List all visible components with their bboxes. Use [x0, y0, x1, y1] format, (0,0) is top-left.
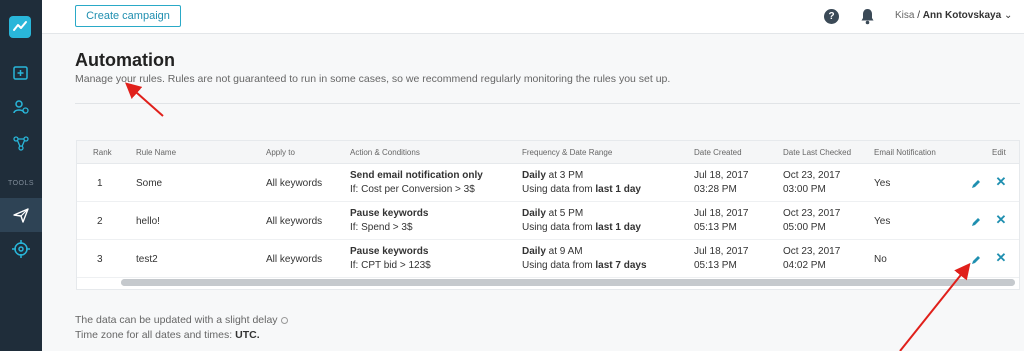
range-cell: Using data from last 1 day [522, 183, 641, 196]
checked-time-cell: 03:00 PM [783, 184, 826, 195]
apply-to-cell: All keywords [266, 254, 323, 265]
chevron-down-icon: ⌄ [1003, 10, 1013, 21]
horizontal-scrollbar[interactable] [121, 279, 1015, 286]
created-date-cell: Jul 18, 2017 [694, 170, 749, 181]
action-cell: Pause keywords [350, 246, 429, 257]
info-icon[interactable] [280, 316, 288, 324]
created-time-cell: 03:28 PM [694, 184, 737, 195]
checked-date-cell: Oct 23, 2017 [783, 246, 841, 257]
condition-cell: If: Cost per Conversion > 3$ [350, 184, 475, 195]
range-value: last 7 days [595, 260, 647, 271]
created-time-cell: 05:13 PM [694, 260, 737, 271]
close-icon[interactable]: ✕ [995, 175, 1007, 189]
rank-cell: 2 [97, 216, 103, 227]
send-icon[interactable] [10, 204, 32, 226]
help-icon[interactable]: ? [824, 9, 839, 24]
user-name: Ann Kotovskaya [922, 10, 1002, 21]
rule-name-cell: hello! [136, 216, 160, 227]
apply-to-cell: All keywords [266, 216, 323, 227]
action-cell: Send email notification only [350, 170, 483, 181]
apply-to-cell: All keywords [266, 178, 323, 189]
frequency-cell: Daily at 3 PM [522, 169, 583, 182]
close-icon[interactable]: ✕ [995, 213, 1007, 227]
network-icon[interactable] [10, 132, 32, 154]
page-title: Automation [75, 50, 175, 70]
header-date-created[interactable]: Date Created [694, 148, 742, 157]
frequency-cell: Daily at 5 PM [522, 207, 583, 220]
top-bar: Create campaign ? Kisa / Ann Kotovskaya … [42, 0, 1024, 34]
frequency-day: Daily [522, 208, 546, 219]
user-account: Kisa [895, 10, 915, 21]
scrollbar-thumb[interactable] [121, 279, 1015, 286]
table-row[interactable]: 2 hello! All keywords Pause keywords If:… [77, 202, 1019, 240]
logo-icon[interactable] [9, 16, 31, 38]
user-separator: / [917, 10, 921, 21]
create-campaign-button[interactable]: Create campaign [75, 5, 181, 27]
timezone-value: UTC. [235, 329, 260, 341]
pencil-icon[interactable] [970, 177, 982, 189]
table-row[interactable]: 3 test2 All keywords Pause keywords If: … [77, 240, 1019, 278]
condition-cell: If: CPT bid > 123$ [350, 260, 431, 271]
created-date-cell: Jul 18, 2017 [694, 208, 749, 219]
header-apply-to[interactable]: Apply to [266, 148, 295, 157]
rank-cell: 1 [97, 178, 103, 189]
frequency-time: at 9 AM [545, 246, 583, 257]
target-icon[interactable] [10, 238, 32, 260]
users-settings-icon[interactable] [10, 96, 32, 118]
pencil-icon[interactable] [970, 215, 982, 227]
pencil-icon[interactable] [970, 253, 982, 265]
notification-cell: Yes [874, 216, 891, 227]
condition-cell: If: Spend > 3$ [350, 222, 413, 233]
created-date-cell: Jul 18, 2017 [694, 246, 749, 257]
header-rule-name[interactable]: Rule Name [136, 148, 176, 157]
notification-cell: Yes [874, 178, 891, 189]
delay-note: The data can be updated with a slight de… [75, 314, 288, 326]
range-prefix: Using data from [522, 184, 596, 195]
divider [75, 103, 1020, 104]
campaign-add-icon[interactable] [10, 62, 32, 84]
range-prefix: Using data from [522, 260, 596, 271]
created-time-cell: 05:13 PM [694, 222, 737, 233]
range-prefix: Using data from [522, 222, 596, 233]
rank-cell: 3 [97, 254, 103, 265]
user-menu[interactable]: Kisa / Ann Kotovskaya ⌄ [895, 10, 1012, 21]
frequency-day: Daily [522, 246, 546, 257]
checked-date-cell: Oct 23, 2017 [783, 208, 841, 219]
header-edit: Edit [992, 148, 1006, 157]
page-description: Manage your rules. Rules are not guarant… [75, 73, 671, 85]
sidebar: TOOLS [0, 0, 42, 351]
header-date-checked[interactable]: Date Last Checked [783, 148, 851, 157]
checked-time-cell: 04:02 PM [783, 260, 826, 271]
rules-table: Rank Rule Name Apply to Action & Conditi… [76, 140, 1020, 290]
rule-name-cell: Some [136, 178, 163, 189]
frequency-cell: Daily at 9 AM [522, 245, 583, 258]
annotation-arrow [125, 82, 164, 117]
range-value: last 1 day [595, 222, 641, 233]
frequency-time: at 3 PM [545, 170, 584, 181]
frequency-day: Daily [522, 170, 546, 181]
notification-cell: No [874, 254, 887, 265]
header-rank[interactable]: Rank [93, 148, 112, 157]
tools-section-label: TOOLS [7, 180, 35, 187]
close-icon[interactable]: ✕ [995, 251, 1007, 265]
delay-note-text: The data can be updated with a slight de… [75, 314, 278, 326]
range-cell: Using data from last 1 day [522, 221, 641, 234]
frequency-time: at 5 PM [545, 208, 584, 219]
table-header: Rank Rule Name Apply to Action & Conditi… [77, 141, 1019, 164]
range-value: last 1 day [595, 184, 641, 195]
timezone-note: Time zone for all dates and times: UTC. [75, 329, 260, 341]
checked-date-cell: Oct 23, 2017 [783, 170, 841, 181]
header-action[interactable]: Action & Conditions [350, 148, 420, 157]
bell-icon[interactable] [860, 8, 875, 25]
timezone-prefix: Time zone for all dates and times: [75, 329, 236, 341]
range-cell: Using data from last 7 days [522, 259, 647, 272]
header-email-notification[interactable]: Email Notification [874, 148, 936, 157]
table-row[interactable]: 1 Some All keywords Send email notificat… [77, 164, 1019, 202]
rule-name-cell: test2 [136, 254, 158, 265]
checked-time-cell: 05:00 PM [783, 222, 826, 233]
header-frequency[interactable]: Frequency & Date Range [522, 148, 612, 157]
action-cell: Pause keywords [350, 208, 429, 219]
